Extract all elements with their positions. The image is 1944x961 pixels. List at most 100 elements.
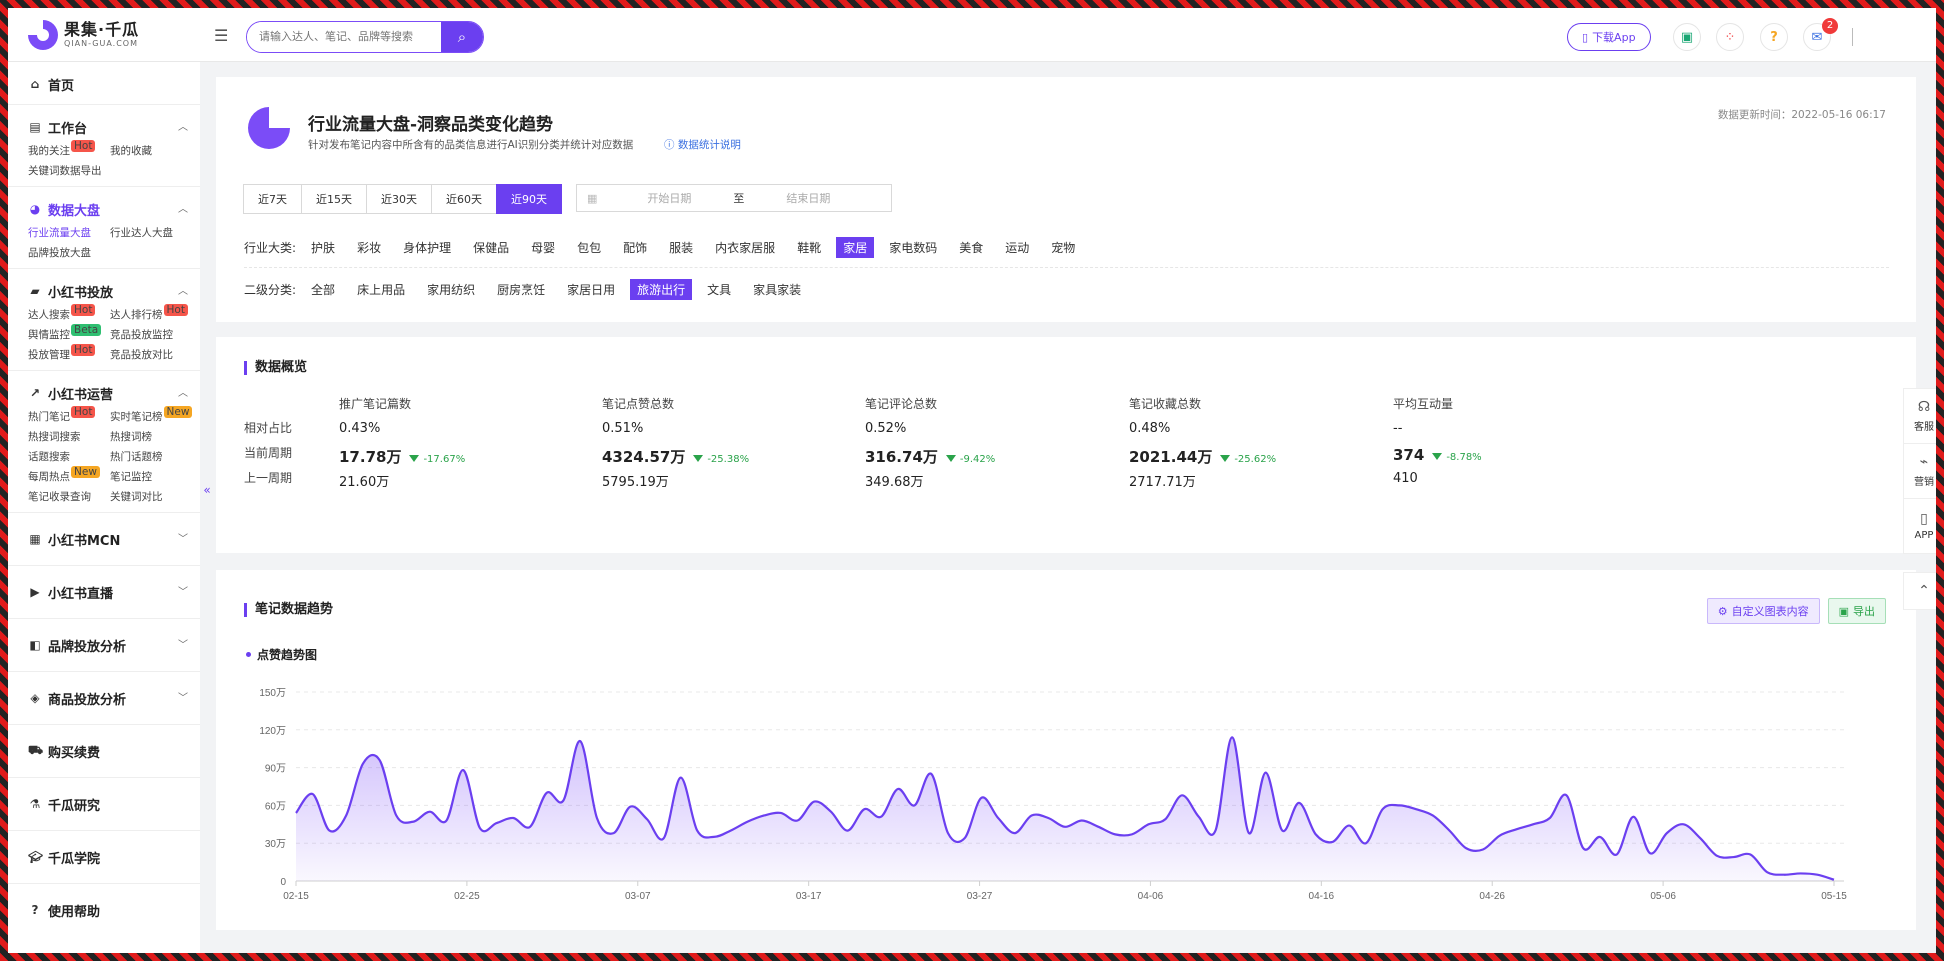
sidebar-data-board-title[interactable]: ◕ 数据大盘 — [8, 195, 200, 223]
sidebar-subitem[interactable]: 热门话题榜 — [110, 449, 200, 464]
industry-label: 行业大类: — [244, 241, 297, 255]
sidebar-subitem[interactable]: 关键词数据导出 — [28, 163, 110, 178]
download-app-button[interactable]: ▯ 下载App — [1567, 23, 1651, 51]
end-date-input[interactable]: 结束日期 — [786, 190, 830, 206]
customer-service-button[interactable]: ☊ 客服 — [1904, 389, 1944, 444]
sidebar-subitem[interactable]: 行业达人大盘 — [110, 225, 200, 240]
overview-ratio: 0.43% — [339, 421, 381, 436]
subcategory-option[interactable]: 家用纺织 — [420, 279, 482, 300]
industry-option[interactable]: 保健品 — [466, 237, 516, 258]
sidebar-subitem[interactable]: 笔记收录查询 — [28, 489, 110, 504]
range-tab[interactable]: 近60天 — [431, 184, 497, 214]
sidebar-xhs-ops-title[interactable]: ↗ 小红书运营 — [8, 379, 200, 407]
sidebar-subitem[interactable]: 竞品投放对比 — [110, 347, 200, 362]
marketing-button[interactable]: ⌁ 营销 — [1904, 444, 1944, 499]
date-range-picker[interactable]: ▦ 开始日期 至 结束日期 — [576, 184, 892, 212]
sidebar-subitem[interactable]: 行业流量大盘 — [28, 225, 110, 240]
app-button[interactable]: ▯ APP — [1904, 499, 1944, 553]
sidebar-academy[interactable]: 🎓︎ 千瓜学院 — [8, 831, 200, 884]
sidebar-subitem[interactable]: 我的关注 Hot — [28, 140, 110, 158]
sidebar-subitem[interactable]: 话题搜索 — [28, 449, 110, 464]
sidebar-xhs-live[interactable]: ▶ 小红书直播 ﹀ — [8, 566, 200, 619]
industry-option[interactable]: 护肤 — [304, 237, 342, 258]
logo-name: 果集·千瓜 — [64, 20, 140, 39]
sidebar-subitem[interactable]: 笔记监控 — [110, 469, 200, 484]
sidebar-subitem[interactable]: 关键词对比 — [110, 489, 200, 504]
menu-toggle-icon[interactable]: ☰ — [214, 26, 228, 45]
range-tab[interactable]: 近90天 — [496, 184, 562, 214]
sidebar-help[interactable]: ? 使用帮助 — [8, 884, 200, 936]
industry-option[interactable]: 内衣家居服 — [708, 237, 782, 258]
industry-option[interactable]: 鞋靴 — [790, 237, 828, 258]
subcategory-option[interactable]: 床上用品 — [350, 279, 412, 300]
message-count-badge: 2 — [1822, 18, 1838, 34]
industry-option[interactable]: 身体护理 — [396, 237, 458, 258]
stat-explanation-link[interactable]: ⓘ 数据统计说明 — [664, 137, 741, 152]
industry-option[interactable]: 服装 — [662, 237, 700, 258]
search-button[interactable]: ⌕ — [441, 22, 483, 52]
subcategory-option[interactable]: 家居日用 — [560, 279, 622, 300]
sidebar-subitem[interactable]: 投放管理 Hot — [28, 344, 110, 362]
start-date-input[interactable]: 开始日期 — [647, 190, 691, 206]
sidebar-subitem[interactable]: 热搜词搜索 — [28, 429, 110, 444]
mail-icon[interactable]: ✉ 2 — [1803, 18, 1838, 51]
item-tag-badge: Hot — [71, 140, 96, 152]
range-tab[interactable]: 近15天 — [301, 184, 367, 214]
sidebar-product-analysis[interactable]: ◈ 商品投放分析 ﹀ — [8, 672, 200, 725]
industry-option[interactable]: 家电数码 — [882, 237, 944, 258]
chevron-up-icon[interactable]: ︿ — [178, 282, 188, 297]
x-tick-label: 04-06 — [1138, 891, 1164, 902]
help-icon[interactable]: ? — [1760, 23, 1788, 51]
subcategory-label: 二级分类: — [244, 283, 297, 297]
sidebar-subitem[interactable]: 品牌投放大盘 — [28, 245, 110, 260]
sidebar-subitem[interactable]: 热门笔记 Hot — [28, 406, 110, 424]
subcategory-option[interactable]: 全部 — [304, 279, 342, 300]
down-arrow-icon — [409, 455, 420, 462]
sidebar-purchase[interactable]: ⛟ 购买续费 — [8, 725, 200, 778]
industry-option[interactable]: 彩妆 — [350, 237, 388, 258]
item-tag-badge: Hot — [71, 406, 96, 418]
sidebar-workbench-title[interactable]: ▤ 工作台 — [8, 113, 200, 141]
subcategory-option[interactable]: 厨房烹饪 — [490, 279, 552, 300]
overview-prev: 349.68万 — [865, 475, 924, 490]
range-tab[interactable]: 近30天 — [366, 184, 432, 214]
back-to-top-icon[interactable]: ⌃ — [1903, 572, 1944, 610]
industry-option[interactable]: 配饰 — [616, 237, 654, 258]
briefcase-icon[interactable]: ▣ — [1673, 23, 1701, 51]
sidebar-xhs-mcn[interactable]: ▦ 小红书MCN ﹀ — [8, 513, 200, 566]
industry-option[interactable]: 宠物 — [1044, 237, 1082, 258]
y-tick-label: 30万 — [265, 839, 286, 850]
sidebar-research[interactable]: ⚗ 千瓜研究 — [8, 778, 200, 831]
x-tick-label: 02-15 — [283, 891, 309, 902]
industry-option[interactable]: 包包 — [570, 237, 608, 258]
industry-option[interactable]: 美食 — [952, 237, 990, 258]
industry-option[interactable]: 运动 — [998, 237, 1036, 258]
subcategory-option[interactable]: 旅游出行 — [630, 279, 693, 300]
sidebar-subitem[interactable]: 舆情监控 Beta — [28, 324, 110, 342]
industry-option[interactable]: 母婴 — [524, 237, 562, 258]
apps-icon[interactable]: ⁘ — [1716, 23, 1744, 51]
subcategory-option[interactable]: 家具家装 — [746, 279, 808, 300]
sidebar-subitem[interactable]: 实时笔记榜 New — [110, 406, 200, 424]
chevron-up-icon[interactable]: ︿ — [178, 200, 188, 215]
item-tag-badge: New — [163, 406, 193, 418]
range-tab[interactable]: 近7天 — [243, 184, 302, 214]
sidebar-subitem[interactable]: 达人搜索 Hot — [28, 304, 110, 322]
chevron-up-icon[interactable]: ︿ — [178, 118, 188, 133]
sidebar-xhs-ads-title[interactable]: ▰ 小红书投放 — [8, 277, 200, 305]
sidebar-subitem[interactable]: 达人排行榜 Hot — [110, 304, 200, 322]
sidebar-home[interactable]: ⌂ 首页 — [8, 62, 200, 105]
sidebar-brand-analysis[interactable]: ◧ 品牌投放分析 ﹀ — [8, 619, 200, 672]
sidebar-subitem[interactable]: 热搜词榜 — [110, 429, 200, 444]
search-input[interactable] — [247, 22, 441, 52]
overview-col-head: 笔记评论总数 — [865, 397, 938, 411]
sidebar-subitem[interactable]: 每周热点 New — [28, 466, 110, 484]
help-circle-icon: ? — [31, 903, 39, 917]
collapse-sidebar-icon[interactable]: « — [200, 470, 214, 510]
industry-option[interactable]: 家居 — [836, 237, 875, 258]
logo[interactable]: 果集·千瓜 QIAN-GUA.COM — [28, 20, 139, 50]
chevron-up-icon[interactable]: ︿ — [178, 384, 188, 399]
subcategory-option[interactable]: 文具 — [700, 279, 738, 300]
sidebar-subitem[interactable]: 我的收藏 — [110, 143, 200, 158]
sidebar-subitem[interactable]: 竞品投放监控 — [110, 327, 200, 342]
